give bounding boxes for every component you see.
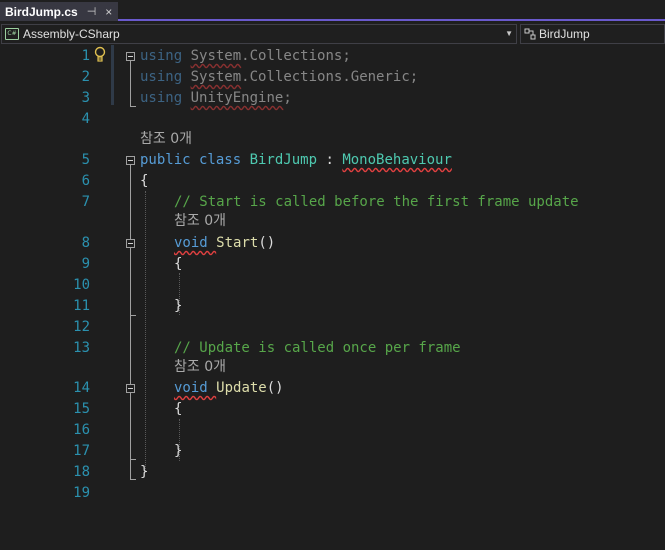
- code-line-5: public class BirdJump : MonoBehaviour: [140, 152, 452, 168]
- tab-title: BirdJump.cs: [5, 4, 78, 19]
- code-line-13: // Update is called once per frame: [174, 340, 461, 356]
- line-number: 5: [81, 152, 90, 168]
- project-dropdown[interactable]: C# Assembly-CSharp ▼: [1, 24, 517, 44]
- outline-end: [130, 106, 136, 107]
- line-number: 15: [73, 401, 90, 417]
- chevron-down-icon: ▼: [505, 29, 513, 38]
- indent-guide: [145, 191, 146, 471]
- line-number: 4: [81, 111, 90, 127]
- line-number: 1: [81, 48, 90, 64]
- code-line-3: using UnityEngine;: [140, 90, 292, 106]
- codelens-references[interactable]: 참조 0개: [140, 130, 192, 148]
- line-number: 17: [73, 443, 90, 459]
- class-icon: [524, 28, 536, 40]
- project-name: Assembly-CSharp: [23, 27, 120, 41]
- code-line-14: void Update(): [174, 380, 284, 396]
- line-number: 3: [81, 90, 90, 106]
- line-number: 10: [73, 277, 90, 293]
- code-line-8: void Start(): [174, 235, 276, 251]
- close-icon[interactable]: ×: [105, 5, 112, 19]
- change-indicator: [111, 45, 114, 105]
- outline-end: [130, 459, 136, 460]
- tab-birdjump-cs[interactable]: BirdJump.cs ⊣ ×: [0, 2, 118, 21]
- collapse-icon[interactable]: [126, 52, 135, 61]
- code-line-9: {: [174, 256, 183, 272]
- codelens-references[interactable]: 참조 0개: [174, 212, 226, 230]
- line-number: 7: [81, 194, 90, 210]
- line-number: 14: [73, 380, 90, 396]
- line-number: 9: [81, 256, 90, 272]
- code-line-2: using System.Collections.Generic;: [140, 69, 419, 85]
- code-line-11: }: [174, 298, 183, 314]
- pin-icon[interactable]: ⊣: [87, 5, 97, 18]
- lightbulb-icon[interactable]: [93, 46, 107, 64]
- line-number: 11: [73, 298, 90, 314]
- code-line-15: {: [174, 401, 183, 417]
- code-line-1: using System.Collections;: [140, 48, 351, 64]
- code-line-7: // Start is called before the first fram…: [174, 194, 579, 210]
- collapse-icon[interactable]: [126, 156, 135, 165]
- line-number: 2: [81, 69, 90, 85]
- outline-end: [130, 479, 136, 480]
- document-tab-strip: BirdJump.cs ⊣ ×: [0, 0, 665, 21]
- line-number: 12: [73, 319, 90, 335]
- codelens-references[interactable]: 참조 0개: [174, 358, 226, 376]
- type-name: BirdJump: [539, 27, 590, 41]
- code-line-6: {: [140, 173, 149, 189]
- code-line-17: }: [174, 443, 183, 459]
- line-number: 18: [73, 464, 90, 480]
- code-editor[interactable]: 1 2 3 4 5 6 7 8 9 10 11 12 13 14 15 16 1…: [0, 45, 665, 550]
- line-number: 16: [73, 422, 90, 438]
- outline-end: [130, 315, 136, 316]
- line-number: 8: [81, 235, 90, 251]
- collapse-icon[interactable]: [126, 384, 135, 393]
- csharp-project-icon: C#: [5, 28, 19, 40]
- line-number: 6: [81, 173, 90, 189]
- line-number: 13: [73, 340, 90, 356]
- outline-line: [130, 165, 131, 480]
- outline-line: [130, 61, 131, 107]
- navigation-bar: C# Assembly-CSharp ▼ BirdJump: [0, 23, 665, 45]
- code-line-18: }: [140, 464, 149, 480]
- collapse-icon[interactable]: [126, 239, 135, 248]
- line-number: 19: [73, 485, 90, 501]
- type-dropdown[interactable]: BirdJump: [520, 24, 665, 44]
